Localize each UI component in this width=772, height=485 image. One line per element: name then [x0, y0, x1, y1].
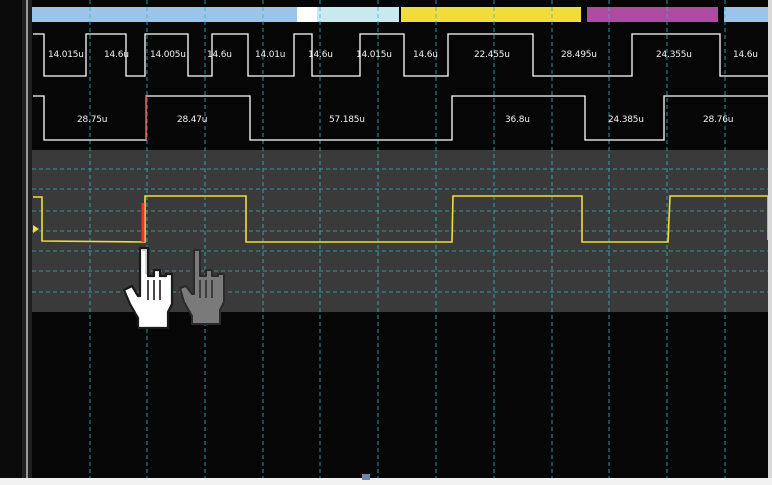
period-label-1: 28.75u — [77, 115, 108, 125]
timing-label-11: 24.355u — [656, 50, 692, 60]
timing-label-4: 14.6u — [207, 50, 232, 60]
period-label-2: 28.47u — [177, 115, 208, 125]
timing-label-6: 14.6u — [308, 50, 333, 60]
timing-label-5: 14.01u — [255, 50, 286, 60]
timing-label-1: 14.015u — [48, 50, 84, 60]
timing-label-10: 28.495u — [561, 50, 597, 60]
period-label-4: 36.8u — [505, 115, 530, 125]
bottom-scrollbar[interactable] — [0, 478, 772, 485]
waveform-svg — [32, 0, 772, 478]
period-label-3: 57.185u — [329, 115, 365, 125]
timing-label-2: 14.6u — [104, 50, 129, 60]
timing-label-8: 14.6u — [413, 50, 438, 60]
period-label-6: 28.76u — [703, 115, 734, 125]
digital-trace-2[interactable] — [33, 95, 768, 141]
timing-label-3: 14.005u — [150, 50, 186, 60]
hand-cursor-ghost-icon — [179, 249, 225, 325]
hand-cursor-icon — [122, 246, 174, 330]
period-label-5: 24.385u — [608, 115, 644, 125]
timing-label-12: 14.6u — [733, 50, 758, 60]
right-scrollbar[interactable] — [768, 0, 772, 478]
bottom-scroll-thumb[interactable] — [362, 474, 370, 480]
timing-label-9: 22.455u — [474, 50, 510, 60]
scope-display: 14.015u 14.6u 14.005u 14.6u 14.01u 14.6u… — [0, 0, 772, 485]
timing-label-7: 14.015u — [356, 50, 392, 60]
